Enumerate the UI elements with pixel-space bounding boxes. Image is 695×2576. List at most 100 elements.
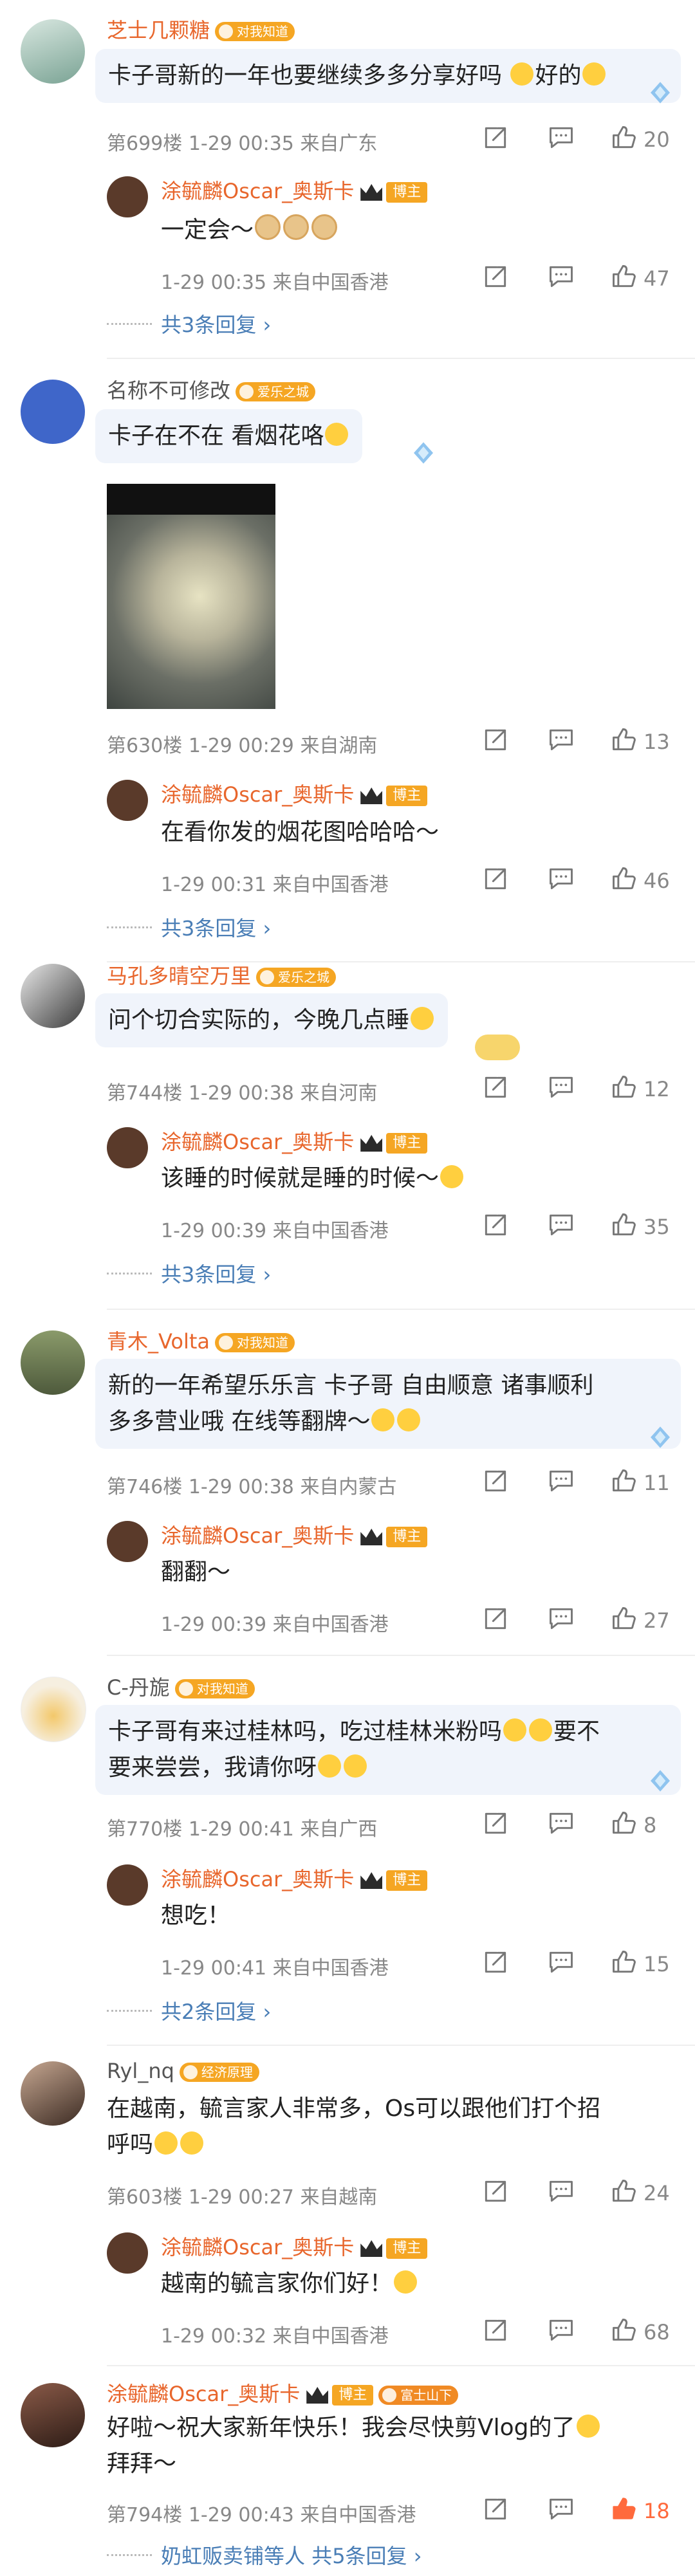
share-button[interactable] — [481, 1467, 512, 1498]
share-button[interactable] — [481, 1605, 512, 1635]
comment-author[interactable]: Ryl_nq 经济原理 — [107, 2059, 259, 2083]
more-replies-link[interactable]: 共2条回复 › — [161, 1996, 271, 2025]
reply-author[interactable]: 涂毓麟Oscar_奥斯卡 博主 — [161, 1520, 428, 1549]
share-icon — [481, 1948, 510, 1976]
share-button[interactable] — [481, 2316, 512, 2347]
comment-author[interactable]: 名称不可修改 爱乐之城 — [107, 374, 316, 404]
comment-author[interactable]: 芝士几颗糖 对我知道 — [107, 14, 295, 44]
comment-author[interactable]: 涂毓麟Oscar_奥斯卡 博主 富士山下 — [107, 2378, 459, 2407]
like-button[interactable] — [610, 726, 641, 757]
reply-author[interactable]: 涂毓麟Oscar_奥斯卡 博主 — [161, 1863, 428, 1893]
avatar[interactable] — [107, 1127, 148, 1168]
diamond-icon — [647, 80, 673, 106]
like-icon — [610, 726, 638, 754]
like-button[interactable] — [610, 1605, 641, 1635]
share-button[interactable] — [481, 865, 512, 896]
share-button[interactable] — [481, 124, 512, 154]
share-icon — [481, 865, 510, 893]
comment-button[interactable] — [547, 2316, 578, 2347]
like-button[interactable] — [610, 1809, 641, 1840]
avatar[interactable] — [21, 1677, 86, 1742]
like-button[interactable] — [610, 2495, 641, 2526]
comment-button[interactable] — [547, 1073, 578, 1104]
comment-icon — [547, 1948, 575, 1976]
comment-author[interactable]: 马孔多晴空万里 爱乐之城 — [107, 960, 337, 989]
like-button[interactable] — [610, 2177, 641, 2208]
share-icon — [481, 2316, 510, 2344]
comment-button[interactable] — [547, 1948, 578, 1979]
crown-icon — [360, 184, 383, 201]
reply-text: 翻翻～ — [161, 1559, 231, 1585]
comment-button[interactable] — [547, 124, 578, 154]
more-replies-link[interactable]: 共3条回复 › — [161, 1258, 271, 1288]
share-button[interactable] — [481, 2495, 512, 2526]
avatar[interactable] — [107, 2232, 148, 2274]
like-button[interactable] — [610, 1467, 641, 1498]
blogger-badge: 博主 — [386, 1527, 428, 1547]
comment-author[interactable]: 青木_Volta 对我知道 — [107, 1325, 295, 1355]
like-button[interactable] — [610, 1211, 641, 1242]
crown-icon — [360, 1529, 383, 1545]
avatar[interactable] — [21, 2061, 85, 2126]
share-button[interactable] — [481, 1211, 512, 1242]
comment-author[interactable]: C-丹旎 对我知道 — [107, 1671, 255, 1701]
reply-author[interactable]: 涂毓麟Oscar_奥斯卡 博主 — [161, 2231, 428, 2261]
comment-button[interactable] — [547, 2177, 578, 2208]
comment-icon — [547, 1073, 575, 1101]
comment-icon — [547, 2177, 575, 2205]
comment-button[interactable] — [547, 1605, 578, 1635]
sticker-icon — [475, 1035, 520, 1060]
like-button[interactable] — [610, 124, 641, 154]
comment-icon — [547, 1605, 575, 1633]
like-button[interactable] — [610, 865, 641, 896]
reply-author[interactable]: 涂毓麟Oscar_奥斯卡 博主 — [161, 175, 428, 205]
share-button[interactable] — [481, 726, 512, 757]
comment-button[interactable] — [547, 726, 578, 757]
comment-button[interactable] — [547, 865, 578, 896]
more-replies-link[interactable]: 奶虹贩卖铺等人 共5条回复 › — [161, 2540, 422, 2570]
share-icon — [481, 262, 510, 291]
comment-button[interactable] — [547, 262, 578, 293]
divider — [107, 358, 695, 359]
like-button[interactable] — [610, 2316, 641, 2347]
more-replies-link[interactable]: 共3条回复 › — [161, 309, 271, 338]
avatar[interactable] — [21, 2383, 85, 2447]
share-button[interactable] — [481, 1073, 512, 1104]
like-button[interactable] — [610, 1073, 641, 1104]
fireworks-photo[interactable] — [107, 484, 275, 709]
avatar[interactable] — [21, 964, 85, 1028]
like-count: 13 — [644, 730, 670, 754]
share-icon — [481, 1605, 510, 1633]
like-count: 20 — [644, 127, 670, 152]
crown-icon — [360, 2240, 383, 2257]
fan-badge: 爱乐之城 — [236, 382, 316, 401]
share-icon — [481, 726, 510, 754]
avatar[interactable] — [21, 380, 85, 444]
avatar[interactable] — [107, 1521, 148, 1562]
share-button[interactable] — [481, 1809, 512, 1840]
cookie-emoji-icon — [311, 214, 338, 240]
crown-icon — [360, 1872, 383, 1889]
comment-button[interactable] — [547, 1467, 578, 1498]
avatar[interactable] — [107, 176, 148, 217]
reply-meta: 1-29 00:41 来自中国香港 — [161, 1957, 389, 1980]
avatar[interactable] — [21, 1330, 85, 1395]
avatar[interactable] — [21, 19, 85, 84]
comment-button[interactable] — [547, 2495, 578, 2526]
more-replies-link[interactable]: 共3条回复 › — [161, 912, 271, 942]
reply-meta: 1-29 00:39 来自中国香港 — [161, 1220, 389, 1242]
share-button[interactable] — [481, 2177, 512, 2208]
share-button[interactable] — [481, 1948, 512, 1979]
avatar[interactable] — [107, 1864, 148, 1906]
like-count: 47 — [644, 266, 670, 291]
emoji-icon — [411, 1007, 434, 1030]
share-button[interactable] — [481, 262, 512, 293]
like-button[interactable] — [610, 1948, 641, 1979]
like-button[interactable] — [610, 262, 641, 293]
blogger-badge: 博主 — [386, 1133, 428, 1154]
reply-author[interactable]: 涂毓麟Oscar_奥斯卡 博主 — [161, 778, 428, 808]
avatar[interactable] — [107, 780, 148, 821]
comment-button[interactable] — [547, 1809, 578, 1840]
comment-button[interactable] — [547, 1211, 578, 1242]
reply-author[interactable]: 涂毓麟Oscar_奥斯卡 博主 — [161, 1126, 428, 1155]
